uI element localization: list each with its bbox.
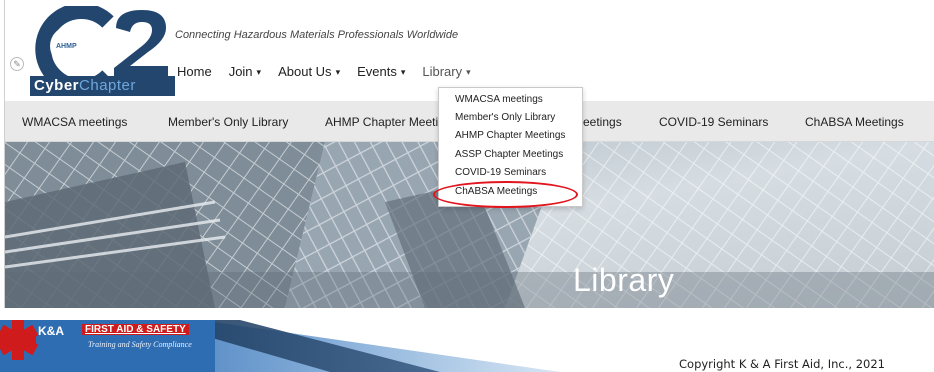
c2-cyberchapter-logo[interactable]: AHMP CyberChapter (30, 3, 175, 96)
dropdown-item-members-only-library[interactable]: Member's Only Library (455, 112, 555, 123)
medical-star-icon (0, 320, 39, 360)
ka-company-short: K&A (38, 324, 64, 338)
slide-footer: K&A FIRST AID & SAFETY Training and Safe… (0, 308, 934, 372)
dropdown-item-assp-chapter-meetings[interactable]: ASSP Chapter Meetings (455, 149, 563, 160)
site-header: AHMP CyberChapter ✎ Connecting Hazardous… (5, 0, 934, 101)
nav-library[interactable]: Library ▾ (422, 64, 470, 79)
nav-home[interactable]: Home (177, 64, 212, 79)
caret-down-icon: ▾ (256, 67, 262, 77)
red-highlight-annotation (433, 181, 578, 208)
subnav-covid-19-seminars[interactable]: COVID-19 Seminars (659, 115, 768, 129)
copyright-notice: Copyright K & A First Aid, Inc., 2021 (679, 357, 885, 371)
nav-home-label: Home (177, 64, 212, 79)
subnav-wmacsa-meetings[interactable]: WMACSA meetings (22, 115, 127, 129)
caret-down-icon: ▾ (335, 67, 341, 77)
site-tagline: Connecting Hazardous Materials Professio… (175, 29, 459, 41)
pencil-edit-icon[interactable]: ✎ (10, 57, 24, 71)
subnav-chabsa-meetings[interactable]: ChABSA Meetings (805, 115, 904, 129)
nav-join-label: Join (228, 64, 253, 79)
subnav-assp-chapter-meetings[interactable]: eetings (583, 115, 622, 129)
caret-down-icon: ▾ (466, 67, 471, 77)
numeral-two-shape (114, 10, 168, 76)
nav-about-us[interactable]: About Us ▾ (278, 64, 340, 79)
nav-events-label: Events (357, 64, 397, 79)
nav-join[interactable]: Join ▾ (229, 64, 261, 79)
wordmark-cyber: Cyber (34, 77, 80, 94)
nav-library-label: Library (422, 64, 463, 79)
ahmp-badge-text: AHMP (56, 43, 77, 50)
hero-title: Library (573, 262, 675, 298)
caret-down-icon: ▾ (400, 67, 406, 77)
dropdown-item-ahmp-chapter-meetings[interactable]: AHMP Chapter Meetings (455, 130, 565, 141)
nav-about-us-label: About Us (278, 64, 332, 79)
ka-company-tag: FIRST AID & SAFETY (82, 324, 189, 335)
main-nav: Home Join ▾ About Us ▾ Events ▾ Library ▾ (177, 64, 488, 79)
subnav-members-only-library[interactable]: Member's Only Library (168, 115, 288, 129)
subnav-ahmp-chapter-meetings[interactable]: AHMP Chapter Meeti (325, 115, 438, 129)
nav-events[interactable]: Events ▾ (357, 64, 405, 79)
dropdown-item-covid-19-seminars[interactable]: COVID-19 Seminars (455, 167, 546, 178)
website-frame: AHMP CyberChapter ✎ Connecting Hazardous… (4, 0, 934, 308)
cyberchapter-wordmark: CyberChapter (30, 76, 175, 96)
dropdown-item-wmacsa-meetings[interactable]: WMACSA meetings (455, 94, 543, 105)
ka-company-sub: Training and Safety Compliance (88, 340, 192, 349)
ka-first-aid-logo: K&A FIRST AID & SAFETY Training and Safe… (0, 320, 215, 372)
wordmark-chapter: Chapter (79, 77, 136, 94)
